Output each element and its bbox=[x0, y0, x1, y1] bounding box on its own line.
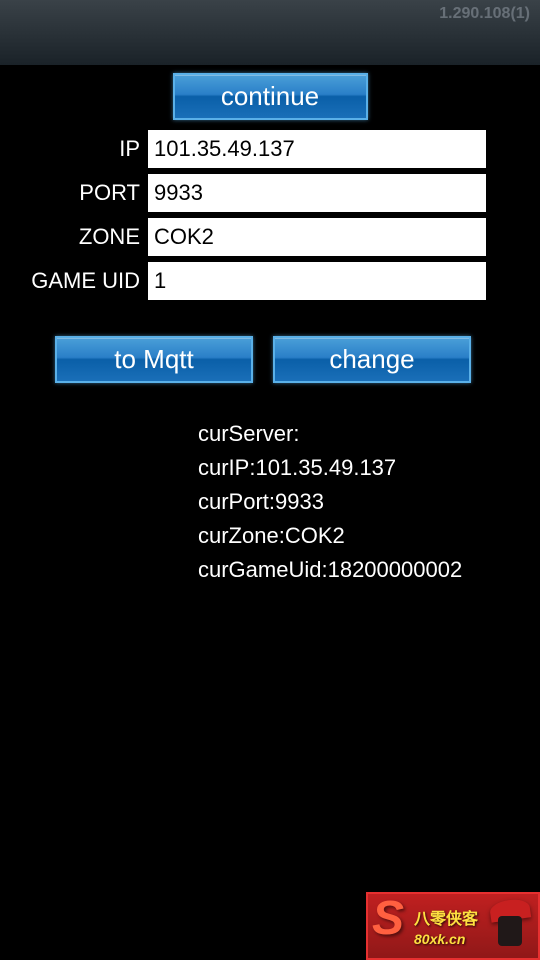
ip-input[interactable] bbox=[148, 130, 486, 168]
watermark-badge: 八零侠客 80xk.cn bbox=[366, 892, 540, 960]
port-label: PORT bbox=[0, 180, 148, 206]
change-button[interactable]: change bbox=[273, 336, 471, 383]
game-uid-input[interactable] bbox=[148, 262, 486, 300]
watermark-text: 八零侠客 80xk.cn bbox=[414, 905, 486, 947]
status-cur-game-uid: curGameUid:18200000002 bbox=[198, 554, 540, 586]
game-uid-label: GAME UID bbox=[0, 268, 148, 294]
port-row: PORT bbox=[0, 174, 540, 212]
ip-label: IP bbox=[0, 136, 148, 162]
continue-button[interactable]: continue bbox=[173, 73, 368, 120]
header-version-text: 1.290.108(1) bbox=[439, 5, 530, 23]
header-background: 1.290.108(1) bbox=[0, 0, 540, 65]
dragon-icon bbox=[372, 899, 414, 953]
game-uid-row: GAME UID bbox=[0, 262, 540, 300]
figure-icon bbox=[486, 896, 534, 956]
status-block: curServer: curIP:101.35.49.137 curPort:9… bbox=[0, 383, 540, 586]
ip-row: IP bbox=[0, 130, 540, 168]
zone-input[interactable] bbox=[148, 218, 486, 256]
zone-row: ZONE bbox=[0, 218, 540, 256]
port-input[interactable] bbox=[148, 174, 486, 212]
zone-label: ZONE bbox=[0, 224, 148, 250]
status-cur-ip: curIP:101.35.49.137 bbox=[198, 452, 540, 484]
status-cur-zone: curZone:COK2 bbox=[198, 520, 540, 552]
main-content: continue IP PORT ZONE GAME UID to Mqtt c… bbox=[0, 65, 540, 586]
status-cur-port: curPort:9933 bbox=[198, 486, 540, 518]
action-button-row: to Mqtt change bbox=[0, 306, 540, 383]
watermark-url-text: 80xk.cn bbox=[414, 931, 486, 947]
to-mqtt-button[interactable]: to Mqtt bbox=[55, 336, 253, 383]
status-cur-server: curServer: bbox=[198, 418, 540, 450]
continue-row: continue bbox=[0, 65, 540, 130]
watermark-cn-text: 八零侠客 bbox=[414, 905, 486, 929]
